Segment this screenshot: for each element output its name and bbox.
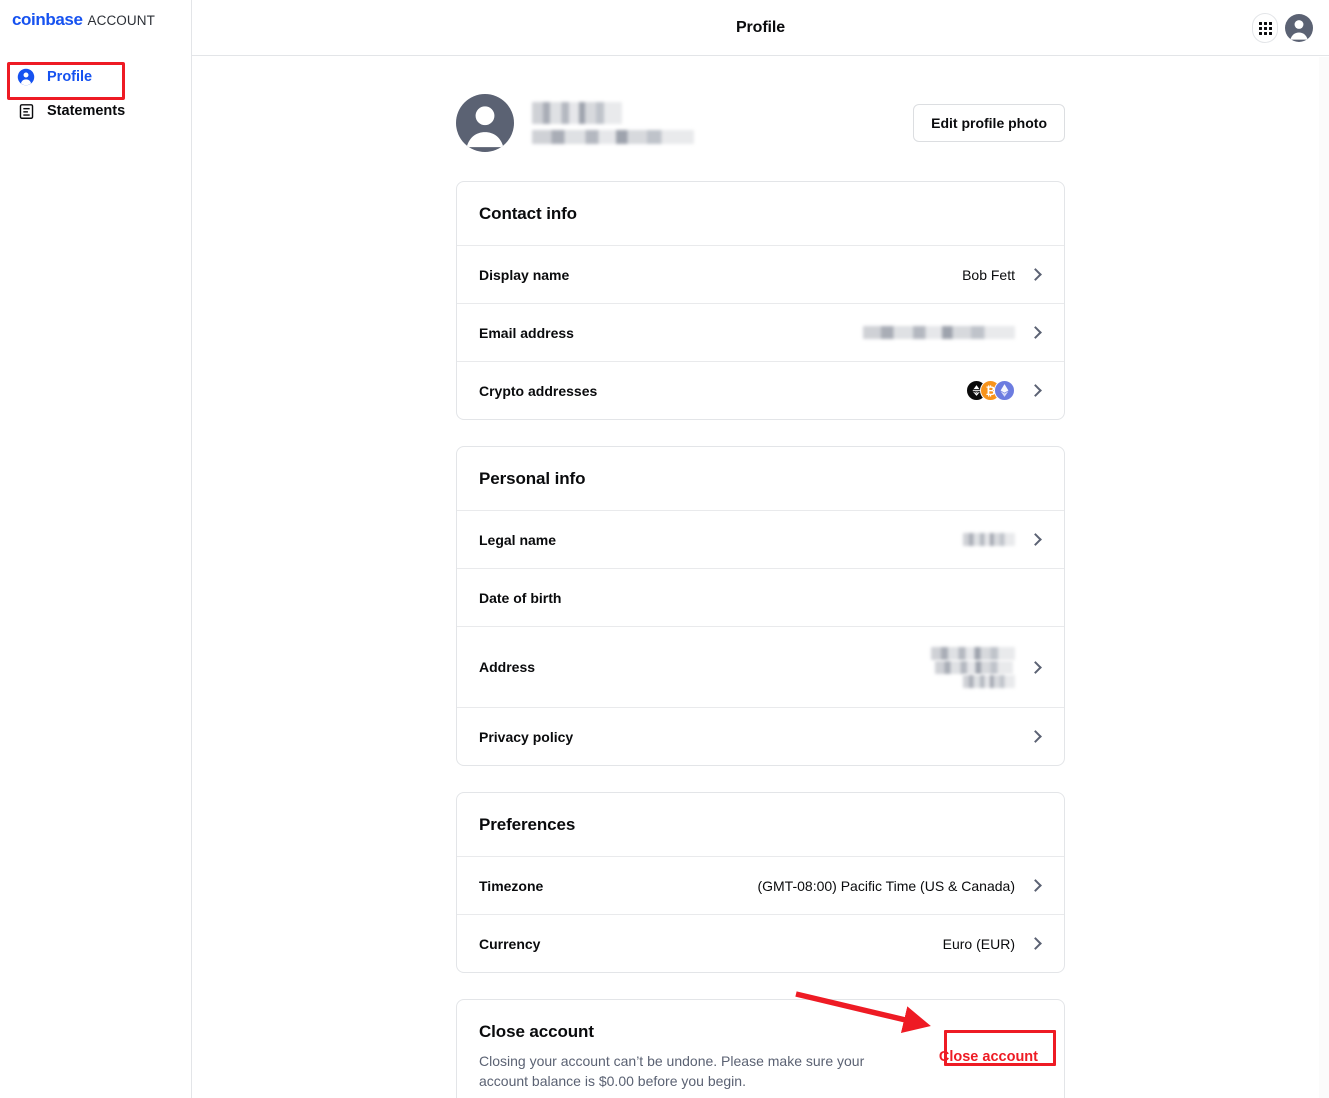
close-account-text: Close account Closing your account can’t… [479, 1022, 879, 1092]
header-actions [1252, 0, 1313, 56]
row-label: Crypto addresses [479, 382, 598, 399]
edit-profile-photo-button[interactable]: Edit profile photo [913, 104, 1065, 142]
main-content: Edit profile photo Contact info Display … [192, 57, 1329, 1098]
profile-email-redacted [532, 130, 694, 144]
row-currency[interactable]: Currency Euro (EUR) [457, 914, 1064, 972]
row-value-redacted [931, 646, 1015, 688]
chevron-right-icon [1029, 879, 1042, 892]
profile-page: coinbase ACCOUNT Profile Statements Prof… [0, 0, 1329, 1098]
row-label: Privacy policy [479, 728, 574, 745]
chevron-right-icon [1029, 326, 1042, 339]
brand-logo[interactable]: coinbase ACCOUNT [0, 0, 191, 30]
row-value: (GMT-08:00) Pacific Time (US & Canada) [757, 877, 1015, 894]
row-display-name[interactable]: Display name Bob Fett [457, 245, 1064, 303]
row-timezone[interactable]: Timezone (GMT-08:00) Pacific Time (US & … [457, 856, 1064, 914]
row-value: Bob Fett [962, 266, 1015, 283]
preferences-card: Preferences Timezone (GMT-08:00) Pacific… [456, 792, 1065, 973]
row-label: Date of birth [479, 589, 562, 606]
chevron-right-icon [1029, 384, 1042, 397]
page-title: Profile [735, 18, 786, 36]
scrollbar[interactable] [1319, 57, 1329, 1098]
profile-header: Edit profile photo [456, 93, 1065, 153]
document-icon [16, 101, 36, 121]
row-legal-name[interactable]: Legal name [457, 510, 1064, 568]
person-circle-icon [16, 67, 36, 87]
sidebar: coinbase ACCOUNT Profile Statements [0, 0, 192, 1098]
chevron-right-icon [1029, 660, 1042, 674]
sidebar-item-label: Statements [47, 103, 126, 119]
card-title: Personal info [479, 469, 586, 488]
sidebar-item-statements[interactable]: Statements [0, 94, 191, 128]
chevron-right-icon [1029, 937, 1042, 950]
crypto-coin-icons: ₿ [966, 380, 1015, 401]
grid-dots [1258, 21, 1272, 35]
card-title: Contact info [479, 204, 577, 223]
sidebar-nav: Profile Statements [0, 60, 191, 128]
row-date-of-birth[interactable]: Date of birth [457, 568, 1064, 626]
brand-suffix: ACCOUNT [87, 13, 155, 28]
close-account-title: Close account [479, 1022, 594, 1041]
profile-display-name-redacted [532, 102, 622, 124]
row-label: Timezone [479, 877, 544, 894]
card-title: Preferences [479, 815, 576, 834]
grid-apps-icon[interactable] [1252, 13, 1278, 43]
row-privacy-policy[interactable]: Privacy policy [457, 707, 1064, 765]
chevron-right-icon [1029, 533, 1042, 546]
row-label: Address [479, 659, 536, 675]
brand-name: coinbase [12, 10, 83, 29]
row-value: Euro (EUR) [942, 935, 1015, 952]
page-header: Profile [192, 0, 1329, 56]
eth-coin-icon [994, 380, 1015, 401]
row-email-address[interactable]: Email address [457, 303, 1064, 361]
close-account-description: Closing your account can’t be undone. Pl… [479, 1053, 865, 1090]
row-crypto-addresses[interactable]: Crypto addresses ₿ [457, 361, 1064, 419]
row-label: Legal name [479, 531, 557, 548]
sidebar-item-profile[interactable]: Profile [0, 60, 191, 94]
close-account-button[interactable]: Close account [935, 1049, 1042, 1065]
profile-name-block [532, 102, 694, 144]
row-label: Currency [479, 935, 541, 952]
row-label: Email address [479, 324, 574, 341]
avatar[interactable] [456, 94, 514, 152]
row-label: Display name [479, 266, 570, 283]
row-value-redacted [863, 326, 1015, 339]
personal-info-card: Personal info Legal name Date of birth A… [456, 446, 1065, 766]
user-avatar-icon[interactable] [1285, 14, 1313, 42]
close-account-card: Close account Closing your account can’t… [456, 999, 1065, 1098]
chevron-right-icon [1029, 268, 1042, 281]
chevron-right-icon [1029, 730, 1042, 743]
row-address[interactable]: Address [457, 626, 1064, 707]
contact-info-card: Contact info Display name Bob Fett Email… [456, 181, 1065, 420]
row-value-redacted [963, 533, 1015, 546]
sidebar-item-label: Profile [47, 69, 93, 85]
